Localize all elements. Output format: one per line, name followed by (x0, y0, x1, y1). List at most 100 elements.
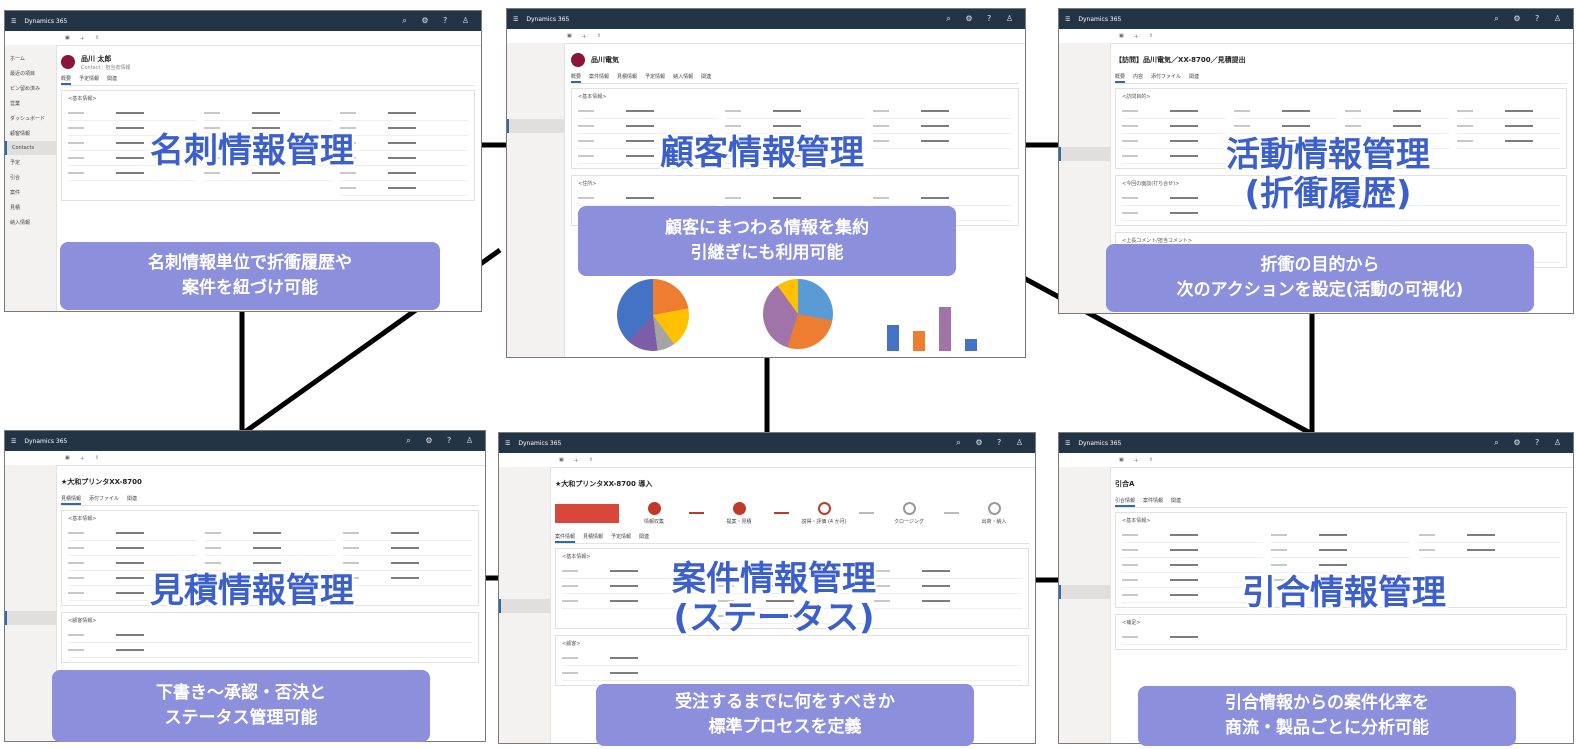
save-icon[interactable]: ▣ (1119, 457, 1124, 463)
callout-line: 顧客にまつわる情報を集約 (665, 217, 869, 238)
process-stage[interactable]: クロージング (874, 501, 944, 525)
sidebar-item[interactable]: ホーム (5, 51, 56, 66)
waffle-icon[interactable]: ☰ (11, 18, 16, 25)
tab[interactable]: 添付ファイル (1151, 73, 1181, 83)
tab[interactable]: 内容 (1133, 73, 1143, 83)
waffle-icon[interactable]: ☰ (1065, 440, 1070, 447)
process-stage[interactable]: 出荷・納入 (959, 501, 1029, 525)
app-topbar: ☰ Dynamics 365 ⌕ ⚙ ? ♙ (5, 11, 481, 31)
sidebar-item[interactable]: 案件 (5, 185, 56, 200)
callout-line: 折衝の目的から (1260, 254, 1380, 275)
tab[interactable]: 添付ファイル (89, 495, 119, 505)
callout-hikiai: 引合情報からの案件化率を 商流・製品ごとに分析可能 (1138, 686, 1516, 746)
process-stage[interactable]: 情報収集 (619, 501, 689, 525)
tab[interactable]: 予定情報 (611, 533, 631, 543)
module-title-anken-line1: 案件情報管理 (672, 559, 876, 599)
bar-chart (887, 291, 977, 351)
record-tabs: 概要 内容 添付ファイル 関連 (1115, 73, 1567, 84)
topbar-icons[interactable]: ⌕ ⚙ ? ♙ (956, 438, 1029, 448)
process-stage[interactable]: 提案・見積 (704, 501, 774, 525)
pie-chart (763, 279, 833, 349)
sidebar-nav (1059, 43, 1111, 313)
sidebar-item[interactable]: 見積 (5, 200, 56, 215)
callout-line: 受注するまでに何をすべきか (675, 691, 895, 712)
process-stage-active[interactable]: 説得・評価 (4 か月) (789, 501, 859, 525)
new-icon[interactable]: ＋ (1134, 33, 1139, 40)
pie-chart (617, 279, 689, 351)
waffle-icon[interactable]: ☰ (1065, 16, 1070, 23)
new-icon[interactable]: ＋ (582, 33, 587, 40)
record-tabs: 概要 案件情報 見積情報 予定情報 納入情報 関連 (571, 73, 1019, 84)
tab[interactable]: 納入情報 (673, 73, 693, 83)
topbar-icons[interactable]: ⌕ ⚙ ? ♙ (1494, 14, 1567, 24)
callout-katsudo: 折衝の目的から 次のアクションを設定(活動の可視化) (1106, 244, 1534, 312)
tab[interactable]: 予定情報 (79, 75, 99, 85)
new-icon[interactable]: ＋ (80, 35, 85, 42)
save-icon[interactable]: ▣ (567, 33, 572, 39)
callout-line: 引継ぎにも利用可能 (690, 243, 844, 263)
record-tabs: 見積情報 添付ファイル 関連 (61, 495, 479, 506)
share-icon[interactable]: ⇪ (589, 457, 593, 463)
command-bar: ▣ ＋ ⇪ (1059, 29, 1573, 44)
app-topbar: ☰ Dynamics 365 ⌕ ⚙ ? ♙ (507, 9, 1025, 29)
new-icon[interactable]: ＋ (80, 455, 85, 462)
save-icon[interactable]: ▣ (1119, 33, 1124, 39)
sidebar-item[interactable]: ピン留め済み (5, 81, 56, 96)
app-name: Dynamics 365 (1078, 439, 1122, 447)
sidebar-item[interactable]: 最近の項目 (5, 66, 56, 81)
waffle-icon[interactable]: ☰ (505, 440, 510, 447)
tab[interactable]: 案件情報 (589, 73, 609, 83)
tab[interactable]: 関連 (1171, 497, 1181, 507)
callout-line: 標準プロセスを定義 (708, 717, 862, 737)
app-topbar: ☰ Dynamics 365 ⌕ ⚙ ? ♙ (5, 431, 485, 451)
tab[interactable]: 関連 (107, 75, 117, 85)
topbar-icons[interactable]: ⌕ ⚙ ? ♙ (406, 436, 479, 446)
waffle-icon[interactable]: ☰ (11, 438, 16, 445)
business-process-flow: 情報収集 提案・見積 説得・評価 (4 か月) クロージング 出荷・納入 (555, 499, 1029, 527)
share-icon[interactable]: ⇪ (1149, 33, 1153, 39)
callout-line: 下書き～承認・否決と (156, 682, 326, 703)
tab[interactable]: 見積情報 (583, 533, 603, 543)
form-section: <顧客情報> (61, 612, 479, 663)
sidebar-item[interactable]: 納入情報 (5, 215, 56, 230)
tab[interactable]: 案件情報 (555, 533, 576, 543)
sidebar-item[interactable]: 営業 (5, 96, 56, 111)
section-title: <上長コメント/担当コメント> (1122, 238, 1193, 244)
tab[interactable]: 関連 (127, 495, 137, 505)
module-title-mitsumori: 見積情報管理 (150, 571, 354, 611)
sidebar-item[interactable]: 引合 (5, 170, 56, 185)
sidebar-item[interactable]: 顧客情報 (5, 126, 56, 141)
save-icon[interactable]: ▣ (65, 35, 70, 41)
tab[interactable]: 概要 (1115, 73, 1126, 83)
tab[interactable]: 見積情報 (61, 495, 82, 505)
topbar-icons[interactable]: ⌕ ⚙ ? ♙ (1494, 438, 1567, 448)
waffle-icon[interactable]: ☰ (513, 16, 518, 23)
save-icon[interactable]: ▣ (65, 455, 70, 461)
tab[interactable]: 概要 (571, 73, 582, 83)
new-icon[interactable]: ＋ (574, 457, 579, 464)
share-icon[interactable]: ⇪ (597, 33, 601, 39)
share-icon[interactable]: ⇪ (1149, 457, 1153, 463)
sidebar-item-active[interactable]: Contacts (5, 141, 56, 155)
module-title-kokyaku: 顧客情報管理 (660, 133, 864, 173)
sidebar-nav (1059, 467, 1111, 743)
tab[interactable]: 予定情報 (645, 73, 665, 83)
save-icon[interactable]: ▣ (559, 457, 564, 463)
tab[interactable]: 関連 (701, 73, 711, 83)
new-icon[interactable]: ＋ (1134, 457, 1139, 464)
tab[interactable]: 関連 (1189, 73, 1199, 83)
record-header: ★大和プリンタXX-8700 導入 (555, 471, 1029, 497)
sidebar-item[interactable]: 予定 (5, 155, 56, 170)
sidebar-item[interactable]: ダッシュボード (5, 111, 56, 126)
tab[interactable]: 見積情報 (617, 73, 637, 83)
tab[interactable]: 案件情報 (1143, 497, 1163, 507)
record-title: ★大和プリンタXX-8700 (61, 478, 142, 486)
tab[interactable]: 関連 (639, 533, 649, 543)
topbar-icons[interactable]: ⌕ ⚙ ? ♙ (946, 14, 1019, 24)
share-icon[interactable]: ⇪ (95, 35, 99, 41)
tab[interactable]: 引合情報 (1115, 497, 1136, 507)
module-title-katsudo-line1: 活動情報管理 (1226, 135, 1430, 175)
tab[interactable]: 概要 (61, 75, 72, 85)
topbar-icons[interactable]: ⌕ ⚙ ? ♙ (402, 16, 475, 26)
share-icon[interactable]: ⇪ (95, 455, 99, 461)
